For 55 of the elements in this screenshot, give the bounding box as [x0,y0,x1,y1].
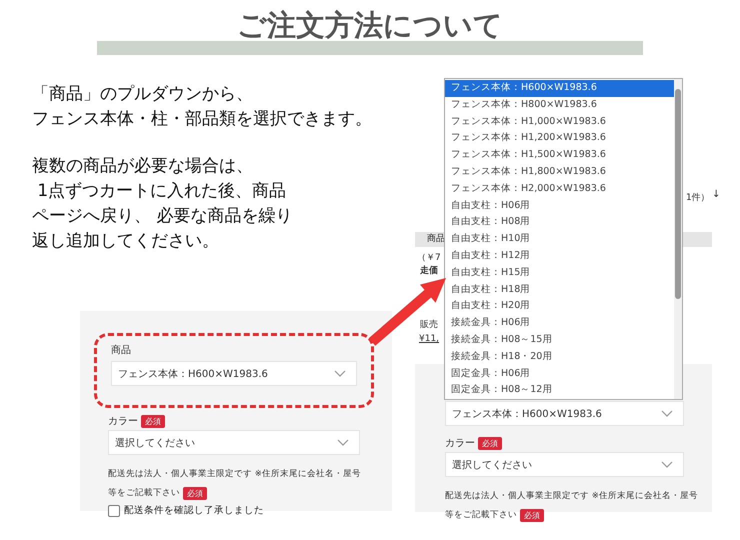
instruction-text: フェンス本体・柱・部品類を選択できます。 [32,108,372,131]
label-text: 販売 [420,318,438,331]
instruction-text: 1点ずつカートに入れた後、商品 [36,180,286,203]
dropdown-option[interactable]: 固定金具：H08～12用 [445,382,674,400]
field-label: カラー [445,437,475,450]
dropdown-option[interactable]: 固定金具：H06用 [445,366,674,382]
instruction-text: ページへ戻り、 必要な商品を繰り [32,205,292,228]
dropdown-option[interactable]: 自由支柱：H08用 [445,214,674,232]
dropdown-option[interactable]: フェンス本体：H1,200×W1983.6 [445,130,674,148]
dropdown-option[interactable]: 自由支柱：H10用 [445,231,674,248]
dropdown-option[interactable]: フェンス本体：H1,800×W1983.6 [445,164,674,181]
color-select[interactable]: 選択してください [108,430,360,455]
delivery-note: 配送先は法人・個人事業主限定です ※住所末尾に会社名・屋号 [108,468,361,481]
dropdown-option[interactable]: 自由支柱：H20用 [445,298,674,316]
dropdown-option[interactable]: 接続金具：H18・20用 [445,348,674,366]
chevron-icon [661,410,673,417]
chevron-icon [661,461,673,468]
delivery-note: 等をご記載下さい [108,487,180,500]
dropdown-option[interactable]: フェンス本体：H1,000×W1983.6 [445,114,674,130]
dropdown-option[interactable]: 自由支柱：H18用 [445,282,674,298]
required-badge: 必須 [520,509,544,522]
dropdown-option[interactable]: 自由支柱：H15用 [445,264,674,282]
dropdown-option[interactable]: 接続金具：H08～15用 [445,332,674,349]
product-select[interactable]: フェンス本体：H600×W1983.6 [445,401,684,426]
dropdown-option[interactable]: 接続金具：H06用 [445,315,674,332]
instruction-text: 「商品」のプルダウンから、 [32,83,253,106]
label-text: 走価 [420,264,438,277]
dropdown-option[interactable]: フェンス本体：H2,000×W1983.6 [445,180,674,198]
arrow-icon [368,278,446,346]
required-badge: 必須 [141,414,165,428]
instruction-text: 返し追加してください。 [32,230,219,253]
sort-icon[interactable]: ↓ [712,189,720,200]
chevron-icon [337,439,349,446]
field-label: 商品 [111,344,131,357]
product-select[interactable]: フェンス本体：H600×W1983.6 [111,361,357,386]
item-count: 1件） [686,192,710,204]
price-text: （￥7 [417,252,441,264]
dropdown-option[interactable]: フェンス本体：H600×W1983.6 [445,80,674,97]
delivery-note: 配送先は法人・個人事業主限定です ※住所末尾に会社名・屋号 [445,490,698,503]
dropdown-option[interactable]: 自由支柱：H12用 [445,248,674,265]
required-badge: 必須 [183,487,207,500]
scrollbar[interactable] [674,79,682,399]
dropdown-option[interactable]: フェンス本体：H800×W1983.6 [445,96,674,114]
checkbox-label: 配送条件を確認し了承しました [124,504,264,517]
delivery-note: 等をご記載下さい [445,509,517,522]
dropdown-option[interactable]: 自由支柱：H06用 [445,198,674,214]
required-badge: 必須 [478,436,502,450]
dropdown-option[interactable]: フェンス本体：H1,500×W1983.6 [445,147,674,164]
slide-title: ご注文方法について [237,10,503,40]
color-select[interactable]: 選択してください [445,452,684,477]
instruction-text: 複数の商品が必要な場合は、 [32,155,253,178]
chevron-icon [334,370,346,377]
checkbox[interactable] [108,504,120,516]
price-link[interactable]: ¥11, [419,334,440,344]
field-label: カラー [108,415,138,428]
